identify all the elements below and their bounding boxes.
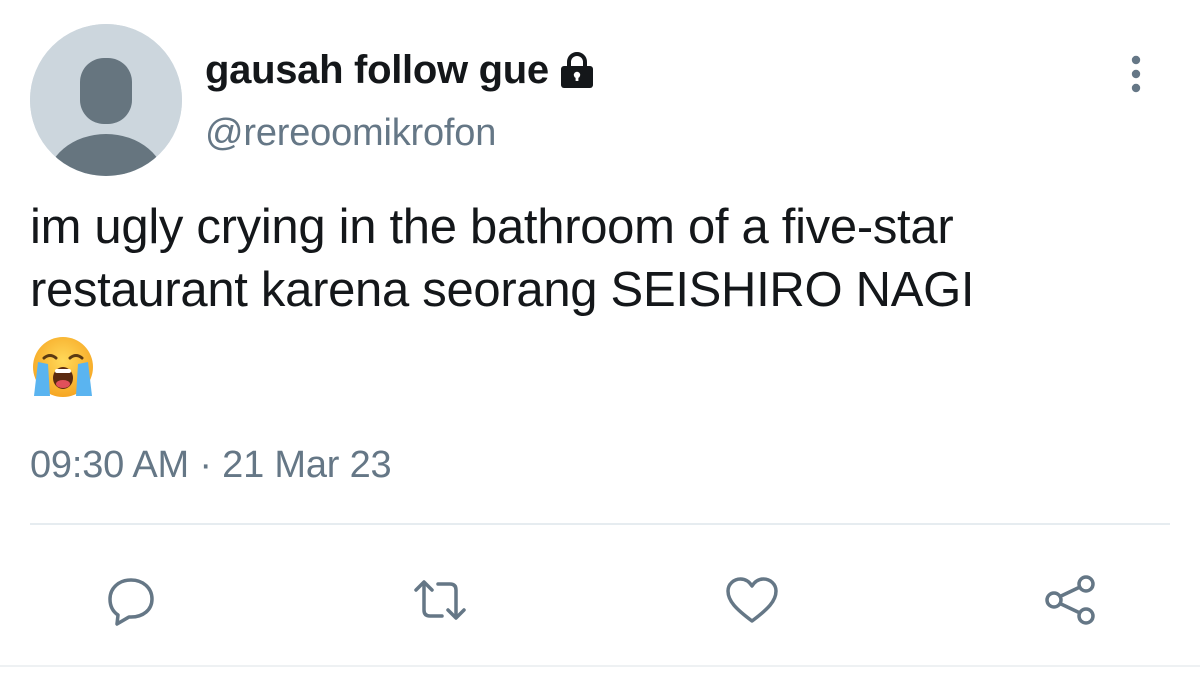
- avatar[interactable]: [30, 24, 182, 176]
- like-button[interactable]: [712, 560, 792, 640]
- action-bar: [0, 560, 1200, 640]
- lock-icon: [557, 50, 597, 90]
- tweet-timestamp[interactable]: 09:30 AM · 21 Mar 23: [30, 444, 392, 487]
- heart-icon: [726, 577, 778, 623]
- reply-icon: [108, 578, 154, 626]
- loudly-crying-face-icon: [30, 334, 96, 400]
- divider: [30, 523, 1170, 525]
- share-button[interactable]: [1030, 560, 1110, 640]
- tweet-card: gausah follow gue @rereoomikrofon im ugl…: [0, 0, 1200, 685]
- retweet-button[interactable]: [400, 560, 480, 640]
- meta-separator: ·: [199, 444, 212, 486]
- author-handle[interactable]: @rereoomikrofon: [205, 112, 496, 155]
- more-vertical-icon[interactable]: [1121, 52, 1151, 96]
- bottom-divider: [0, 665, 1200, 667]
- display-name[interactable]: gausah follow gue: [205, 48, 549, 93]
- tweet-date: 21 Mar 23: [222, 444, 392, 486]
- default-avatar-icon: [30, 24, 182, 176]
- retweet-icon: [414, 580, 466, 620]
- share-icon: [1045, 575, 1095, 625]
- tweet-text: im ugly crying in the bathroom of a five…: [30, 200, 975, 317]
- author-name-row: gausah follow gue: [205, 44, 597, 96]
- reply-button[interactable]: [91, 560, 171, 640]
- tweet-time: 09:30 AM: [30, 444, 189, 486]
